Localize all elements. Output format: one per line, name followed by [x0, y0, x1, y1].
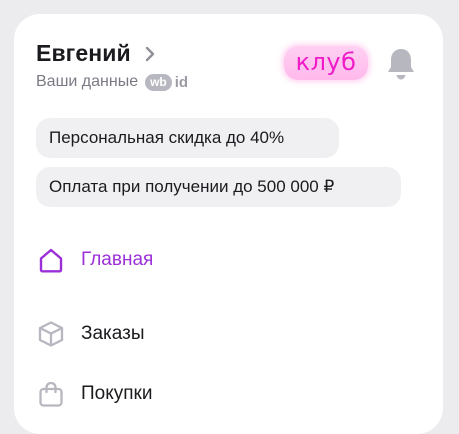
profile-name-row: Евгений [36, 38, 246, 68]
club-badge-label: клуб [295, 48, 357, 76]
chip-personal-discount[interactable]: Персональная скидка до 40% [36, 118, 339, 158]
nav-item-home-label: Главная [81, 249, 154, 270]
box-icon [36, 319, 66, 349]
chip-pay-on-delivery[interactable]: Оплата при получении до 500 000 ₽ [36, 167, 401, 207]
chip-personal-discount-label: Персональная скидка до 40% [49, 128, 285, 147]
nav-item-orders-label: Заказы [81, 323, 145, 344]
nav-item-orders[interactable]: Заказы [36, 316, 336, 352]
nav-item-purchases[interactable]: Покупки [36, 376, 336, 412]
home-icon [36, 245, 66, 275]
club-badge-button[interactable]: клуб [284, 46, 368, 80]
profile-subtitle-row: Ваши данные wb id [36, 72, 246, 92]
wb-id-logo: wb id [145, 73, 189, 91]
id-badge: id [174, 73, 189, 91]
nav-item-home[interactable]: Главная [36, 242, 336, 278]
chevron-right-icon [143, 45, 157, 63]
profile-name: Евгений [36, 39, 131, 66]
notifications-bell-icon[interactable] [385, 46, 417, 82]
profile-menu-card: Евгений Ваши данные wb id клуб Персональ… [14, 14, 443, 434]
chip-pay-on-delivery-label: Оплата при получении до 500 000 ₽ [49, 177, 335, 196]
profile-link[interactable]: Евгений Ваши данные wb id [36, 38, 246, 98]
shopping-bag-icon [36, 379, 66, 409]
nav-item-purchases-label: Покупки [81, 383, 153, 404]
profile-subtitle: Ваши данные [36, 73, 139, 90]
wb-badge: wb [145, 73, 172, 91]
